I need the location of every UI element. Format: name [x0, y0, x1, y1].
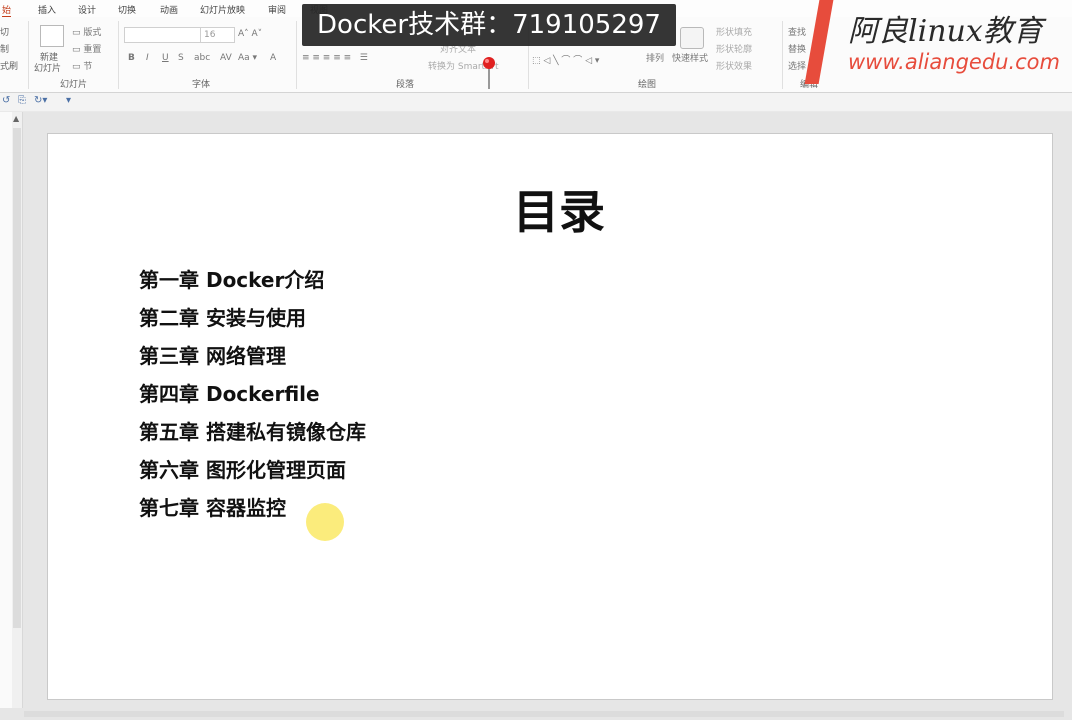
current-slide[interactable]: 目录 第一章 Docker介绍 第二章 安装与使用 第三章 网络管理 第四章 D… — [47, 133, 1053, 700]
quick-styles-icon[interactable] — [680, 27, 704, 49]
layout-button[interactable]: ▭ 版式 — [72, 25, 101, 38]
vertical-scrollbar[interactable]: ▲ — [12, 112, 23, 708]
shape-fill-button[interactable]: 形状填充 — [716, 25, 752, 38]
scroll-up-icon[interactable]: ▲ — [13, 114, 19, 123]
copy-button[interactable]: 制 — [0, 42, 9, 55]
shape-outline-button[interactable]: 形状轮廓 — [716, 42, 752, 55]
toc-item[interactable]: 第二章 安装与使用 — [139, 302, 366, 340]
select-button[interactable]: 选择 — [788, 59, 806, 72]
reset-label: 重置 — [83, 45, 102, 55]
tab-home[interactable]: 始 — [2, 3, 12, 18]
strikethrough-button[interactable]: abc — [194, 53, 210, 63]
pushpin-icon — [483, 57, 495, 89]
table-of-contents[interactable]: 第一章 Docker介绍 第二章 安装与使用 第三章 网络管理 第四章 Dock… — [139, 264, 366, 530]
section-label: 节 — [83, 62, 93, 72]
paragraph-group-label: 段落 — [396, 80, 415, 90]
tab-insert[interactable]: 插入 — [38, 3, 56, 16]
ribbon-separator — [28, 21, 29, 89]
font-name-input[interactable] — [124, 27, 201, 43]
font-color-icon[interactable]: Aa ▾ — [238, 53, 257, 63]
align-buttons-icon[interactable]: ≡ ≡ ≡ ≡ ≡ ☰ — [302, 53, 368, 63]
tab-slideshow[interactable]: 幻灯片放映 — [200, 3, 245, 16]
horizontal-scrollbar-thumb[interactable] — [24, 711, 1064, 717]
slides-group-label: 幻灯片 — [60, 80, 88, 90]
arrange-button[interactable]: 排列 — [646, 51, 664, 64]
tab-transitions[interactable]: 切换 — [118, 3, 136, 16]
clear-format-icon[interactable]: A — [270, 53, 276, 63]
toc-item[interactable]: 第一章 Docker介绍 — [139, 264, 366, 302]
bold-button[interactable]: B — [128, 53, 135, 63]
new-slide-icon[interactable] — [40, 25, 64, 47]
quick-access-toolbar: ↺ ⎘ ↻▾ ▾ — [0, 93, 1072, 111]
toc-item[interactable]: 第五章 搭建私有镜像仓库 — [139, 416, 366, 454]
shapes-gallery-icon[interactable]: ⬚ ◁ ╲ ⌒ ⌒ ◁ ▾ — [532, 53, 599, 66]
tab-review[interactable]: 审阅 — [268, 3, 286, 16]
tab-animations[interactable]: 动画 — [160, 3, 178, 16]
font-grow-icon[interactable]: A˄ A˅ — [238, 29, 262, 39]
horizontal-scrollbar[interactable] — [0, 708, 1072, 720]
qq-group-banner: Docker技术群：719105297 — [302, 4, 676, 46]
underline-button[interactable]: U — [162, 53, 169, 63]
ribbon-separator — [782, 21, 783, 89]
customize-toolbar-icon[interactable]: ▾ — [66, 95, 71, 106]
font-size-input[interactable]: 16 — [200, 27, 235, 43]
ribbon-separator — [118, 21, 119, 89]
watermark-url: www.aliangedu.com — [848, 50, 1060, 74]
slide-title[interactable]: 目录 — [48, 176, 1070, 242]
format-painter-button[interactable]: 式刷 — [0, 59, 18, 72]
quick-styles-button[interactable]: 快速样式 — [672, 51, 708, 64]
start-slideshow-icon[interactable]: ⎘ — [18, 95, 26, 106]
italic-button[interactable]: I — [146, 53, 149, 63]
drawing-group-label: 绘图 — [638, 80, 657, 90]
cut-button[interactable]: 切 — [0, 25, 9, 38]
ribbon-separator — [296, 21, 297, 89]
layout-label: 版式 — [83, 28, 102, 38]
new-slide-label-2[interactable]: 幻灯片 — [34, 61, 61, 74]
shape-effects-button[interactable]: 形状效果 — [716, 59, 752, 72]
toc-item[interactable]: 第三章 网络管理 — [139, 340, 366, 378]
redo-icon[interactable]: ↻▾ — [34, 95, 47, 106]
undo-icon[interactable]: ↺ — [2, 95, 10, 106]
char-spacing-icon[interactable]: AV — [220, 53, 232, 63]
font-group-label: 字体 — [192, 80, 211, 90]
reset-button[interactable]: ▭ 重置 — [72, 42, 101, 55]
section-button[interactable]: ▭ 节 — [72, 59, 92, 72]
mouse-cursor-highlight — [306, 503, 344, 541]
replace-button[interactable]: 替换 — [788, 42, 806, 55]
shadow-button[interactable]: S — [178, 53, 184, 63]
find-button[interactable]: 查找 — [788, 25, 806, 38]
scrollbar-thumb[interactable] — [13, 128, 21, 628]
watermark-title: 阿良linux教育 — [848, 14, 1043, 49]
toc-item[interactable]: 第六章 图形化管理页面 — [139, 454, 366, 492]
toc-item[interactable]: 第四章 Dockerfile — [139, 378, 366, 416]
tab-design[interactable]: 设计 — [78, 3, 96, 16]
